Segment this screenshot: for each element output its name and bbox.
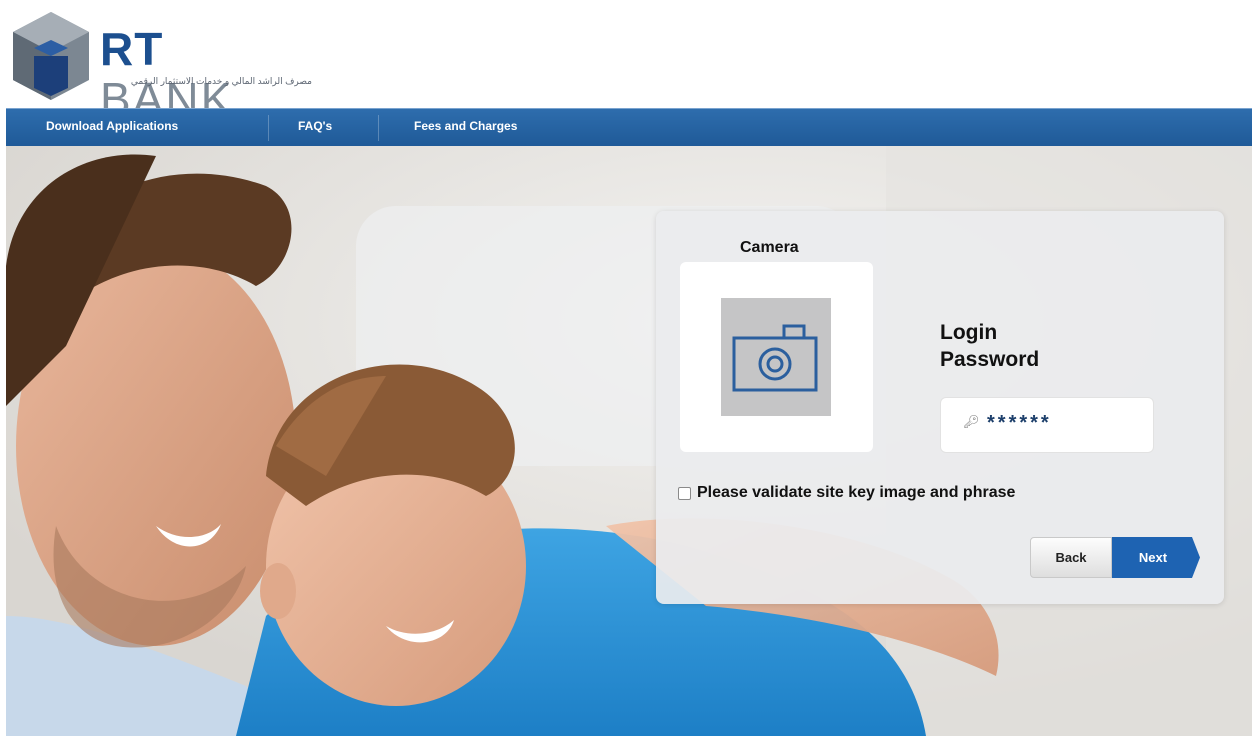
logo-cube-icon	[13, 12, 89, 100]
logo-tagline: مصرف الراشد المالي و خدمات الاستثمار الر…	[130, 76, 312, 86]
password-label: Login Password	[940, 319, 1039, 373]
back-button[interactable]: Back	[1030, 537, 1112, 578]
password-field[interactable]: 🔑︎ ******	[940, 397, 1154, 453]
main-nav: Download Applications FAQ's Fees and Cha…	[6, 108, 1252, 146]
next-button-label: Next	[1138, 550, 1168, 565]
password-value: ******	[987, 412, 1052, 434]
nav-faqs[interactable]: FAQ's	[298, 109, 332, 147]
nav-separator	[378, 115, 379, 141]
nav-separator	[268, 115, 269, 141]
nav-fees-and-charges[interactable]: Fees and Charges	[414, 109, 517, 147]
site-key-image-box	[680, 262, 873, 452]
key-icon: 🔑︎	[963, 414, 980, 429]
logo-rt: RT	[100, 23, 164, 75]
password-label-line2: Password	[940, 348, 1040, 371]
rt-bank-logo[interactable]: RT BANK مصرف الراشد المالي و خدمات الاست…	[10, 10, 312, 124]
site-key-image	[721, 298, 831, 416]
login-panel: Camera Login Password 🔑︎ ****** Please v…	[656, 211, 1224, 604]
validate-label[interactable]: Please validate site key image and phras…	[697, 484, 1015, 502]
password-label-line1: Login	[940, 321, 998, 344]
site-header: RT BANK مصرف الراشد المالي و خدمات الاست…	[0, 0, 1252, 124]
nav-download-applications[interactable]: Download Applications	[46, 109, 178, 147]
validate-checkbox[interactable]	[678, 487, 691, 500]
next-button[interactable]: Next	[1112, 537, 1200, 578]
camera-icon	[732, 324, 818, 392]
site-key-title: Camera	[740, 239, 799, 256]
